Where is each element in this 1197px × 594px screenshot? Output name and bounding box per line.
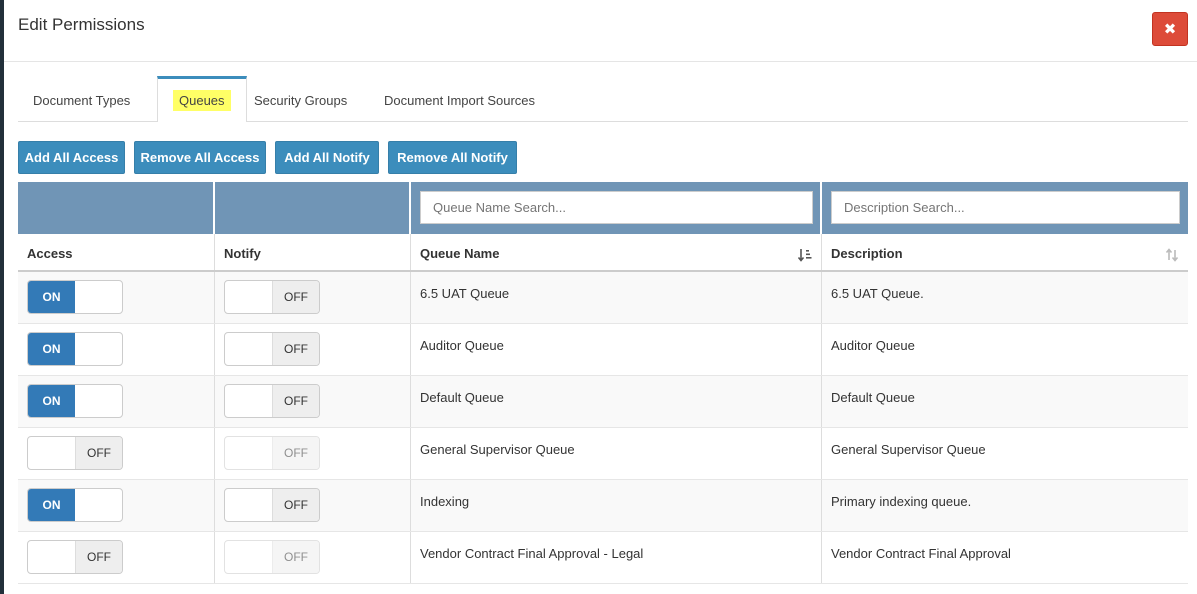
access-toggle[interactable]: ON xyxy=(27,384,123,418)
queue-name-text: Default Queue xyxy=(420,390,504,405)
toggle-on-label: ON xyxy=(28,281,75,313)
table-row: ON OFF Auditor Queue Auditor Queue xyxy=(18,324,1188,376)
notify-toggle: OFF xyxy=(224,540,320,574)
tab-security-groups[interactable]: Security Groups xyxy=(239,76,362,120)
notify-toggle[interactable]: OFF xyxy=(224,332,320,366)
notify-cell: OFF xyxy=(215,480,411,531)
description-cell: Default Queue xyxy=(822,376,1188,427)
add-all-notify-button[interactable]: Add All Notify xyxy=(275,141,379,174)
notify-toggle[interactable]: OFF xyxy=(224,488,320,522)
toggle-off-label: OFF xyxy=(272,385,319,417)
column-header-row: Access Notify Queue Name Description xyxy=(18,234,1188,272)
modal-header: Edit Permissions ✖ xyxy=(4,0,1197,62)
description-cell: Vendor Contract Final Approval xyxy=(822,532,1188,583)
table-row: ON OFF 6.5 UAT Queue 6.5 UAT Queue. xyxy=(18,272,1188,324)
toggle-off-label: OFF xyxy=(272,437,319,469)
add-all-access-button[interactable]: Add All Access xyxy=(18,141,125,174)
permission-tabs: Document Types Queues Security Groups Do… xyxy=(18,76,1188,122)
tab-document-types[interactable]: Document Types xyxy=(18,76,145,120)
description-column-header[interactable]: Description xyxy=(822,234,1188,270)
access-column-header[interactable]: Access xyxy=(18,234,215,270)
access-cell: ON xyxy=(18,324,215,375)
queue-name-cell: Default Queue xyxy=(411,376,822,427)
toggle-off-label: OFF xyxy=(75,541,122,573)
filter-row xyxy=(18,182,1188,234)
table-row: OFF OFF General Supervisor Queue General Su… xyxy=(18,428,1188,480)
access-toggle[interactable]: OFF xyxy=(27,436,123,470)
queue-name-cell: 6.5 UAT Queue xyxy=(411,272,822,323)
queue-name-text: Indexing xyxy=(420,494,470,509)
access-toggle[interactable]: OFF xyxy=(27,540,123,574)
access-cell: OFF xyxy=(18,428,215,479)
toggle-on-label: ON xyxy=(28,489,75,521)
edit-permissions-modal: Edit Permissions ✖ Document Types Queues… xyxy=(4,0,1197,594)
access-cell: OFF xyxy=(18,532,215,583)
notify-cell: OFF xyxy=(215,428,411,479)
queue-name-cell: Indexing xyxy=(411,480,822,531)
notify-cell: OFF xyxy=(215,272,411,323)
access-cell: ON xyxy=(18,376,215,427)
modal-title: Edit Permissions xyxy=(18,15,145,34)
close-icon: ✖ xyxy=(1163,21,1177,38)
description-text: Default Queue xyxy=(831,390,915,405)
notify-toggle[interactable]: OFF xyxy=(224,384,320,418)
notify-filter-cell xyxy=(215,182,411,234)
table-row: ON OFF Default Queue Default Queue xyxy=(18,376,1188,428)
queue-name-search-input[interactable] xyxy=(420,191,813,224)
toggle-on-label: ON xyxy=(28,333,75,365)
queue-name-cell: General Supervisor Queue xyxy=(411,428,822,479)
table-row: OFF OFF Vendor Contract Final Approval - L… xyxy=(18,532,1188,584)
description-cell: Primary indexing queue. xyxy=(822,480,1188,531)
description-cell: Auditor Queue xyxy=(822,324,1188,375)
sort-ascending-icon[interactable] xyxy=(798,248,812,262)
queue-name-column-header[interactable]: Queue Name xyxy=(411,234,822,270)
queue-name-text: General Supervisor Queue xyxy=(420,442,575,457)
access-cell: ON xyxy=(18,272,215,323)
toggle-off-label: OFF xyxy=(272,489,319,521)
access-filter-cell xyxy=(18,182,215,234)
description-text: Primary indexing queue. xyxy=(831,494,972,509)
close-button[interactable]: ✖ xyxy=(1152,12,1188,46)
tab-document-import-sources[interactable]: Document Import Sources xyxy=(369,76,550,120)
description-text: Vendor Contract Final Approval xyxy=(831,546,1011,561)
access-cell: ON xyxy=(18,480,215,531)
toggle-off-label: OFF xyxy=(75,437,122,469)
toggle-on-label: ON xyxy=(28,385,75,417)
notify-toggle[interactable]: OFF xyxy=(224,280,320,314)
queue-name-cell: Vendor Contract Final Approval - Legal xyxy=(411,532,822,583)
access-toggle[interactable]: ON xyxy=(27,488,123,522)
queue-name-cell: Auditor Queue xyxy=(411,324,822,375)
notify-cell: OFF xyxy=(215,376,411,427)
notify-cell: OFF xyxy=(215,532,411,583)
description-text: Auditor Queue xyxy=(831,338,915,353)
notify-cell: OFF xyxy=(215,324,411,375)
notify-column-header[interactable]: Notify xyxy=(215,234,411,270)
remove-all-access-button[interactable]: Remove All Access xyxy=(134,141,266,174)
toggle-off-label: OFF xyxy=(272,281,319,313)
queue-name-text: 6.5 UAT Queue xyxy=(420,286,510,301)
description-search-input[interactable] xyxy=(831,191,1180,224)
toggle-off-label: OFF xyxy=(272,333,319,365)
toggle-off-label: OFF xyxy=(272,541,319,573)
description-text: 6.5 UAT Queue. xyxy=(831,286,924,301)
description-text: General Supervisor Queue xyxy=(831,442,986,457)
access-toggle[interactable]: ON xyxy=(27,280,123,314)
notify-toggle: OFF xyxy=(224,436,320,470)
table-row: ON OFF Indexing Primary indexing queue. xyxy=(18,480,1188,532)
access-toggle[interactable]: ON xyxy=(27,332,123,366)
description-cell: 6.5 UAT Queue. xyxy=(822,272,1188,323)
remove-all-notify-button[interactable]: Remove All Notify xyxy=(388,141,517,174)
description-filter-cell xyxy=(822,182,1188,234)
description-cell: General Supervisor Queue xyxy=(822,428,1188,479)
queue-name-text: Auditor Queue xyxy=(420,338,504,353)
tab-queues[interactable]: Queues xyxy=(157,76,247,122)
queue-name-text: Vendor Contract Final Approval - Legal xyxy=(420,546,644,561)
sort-unsorted-icon[interactable] xyxy=(1165,248,1179,262)
queue-name-filter-cell xyxy=(411,182,822,234)
